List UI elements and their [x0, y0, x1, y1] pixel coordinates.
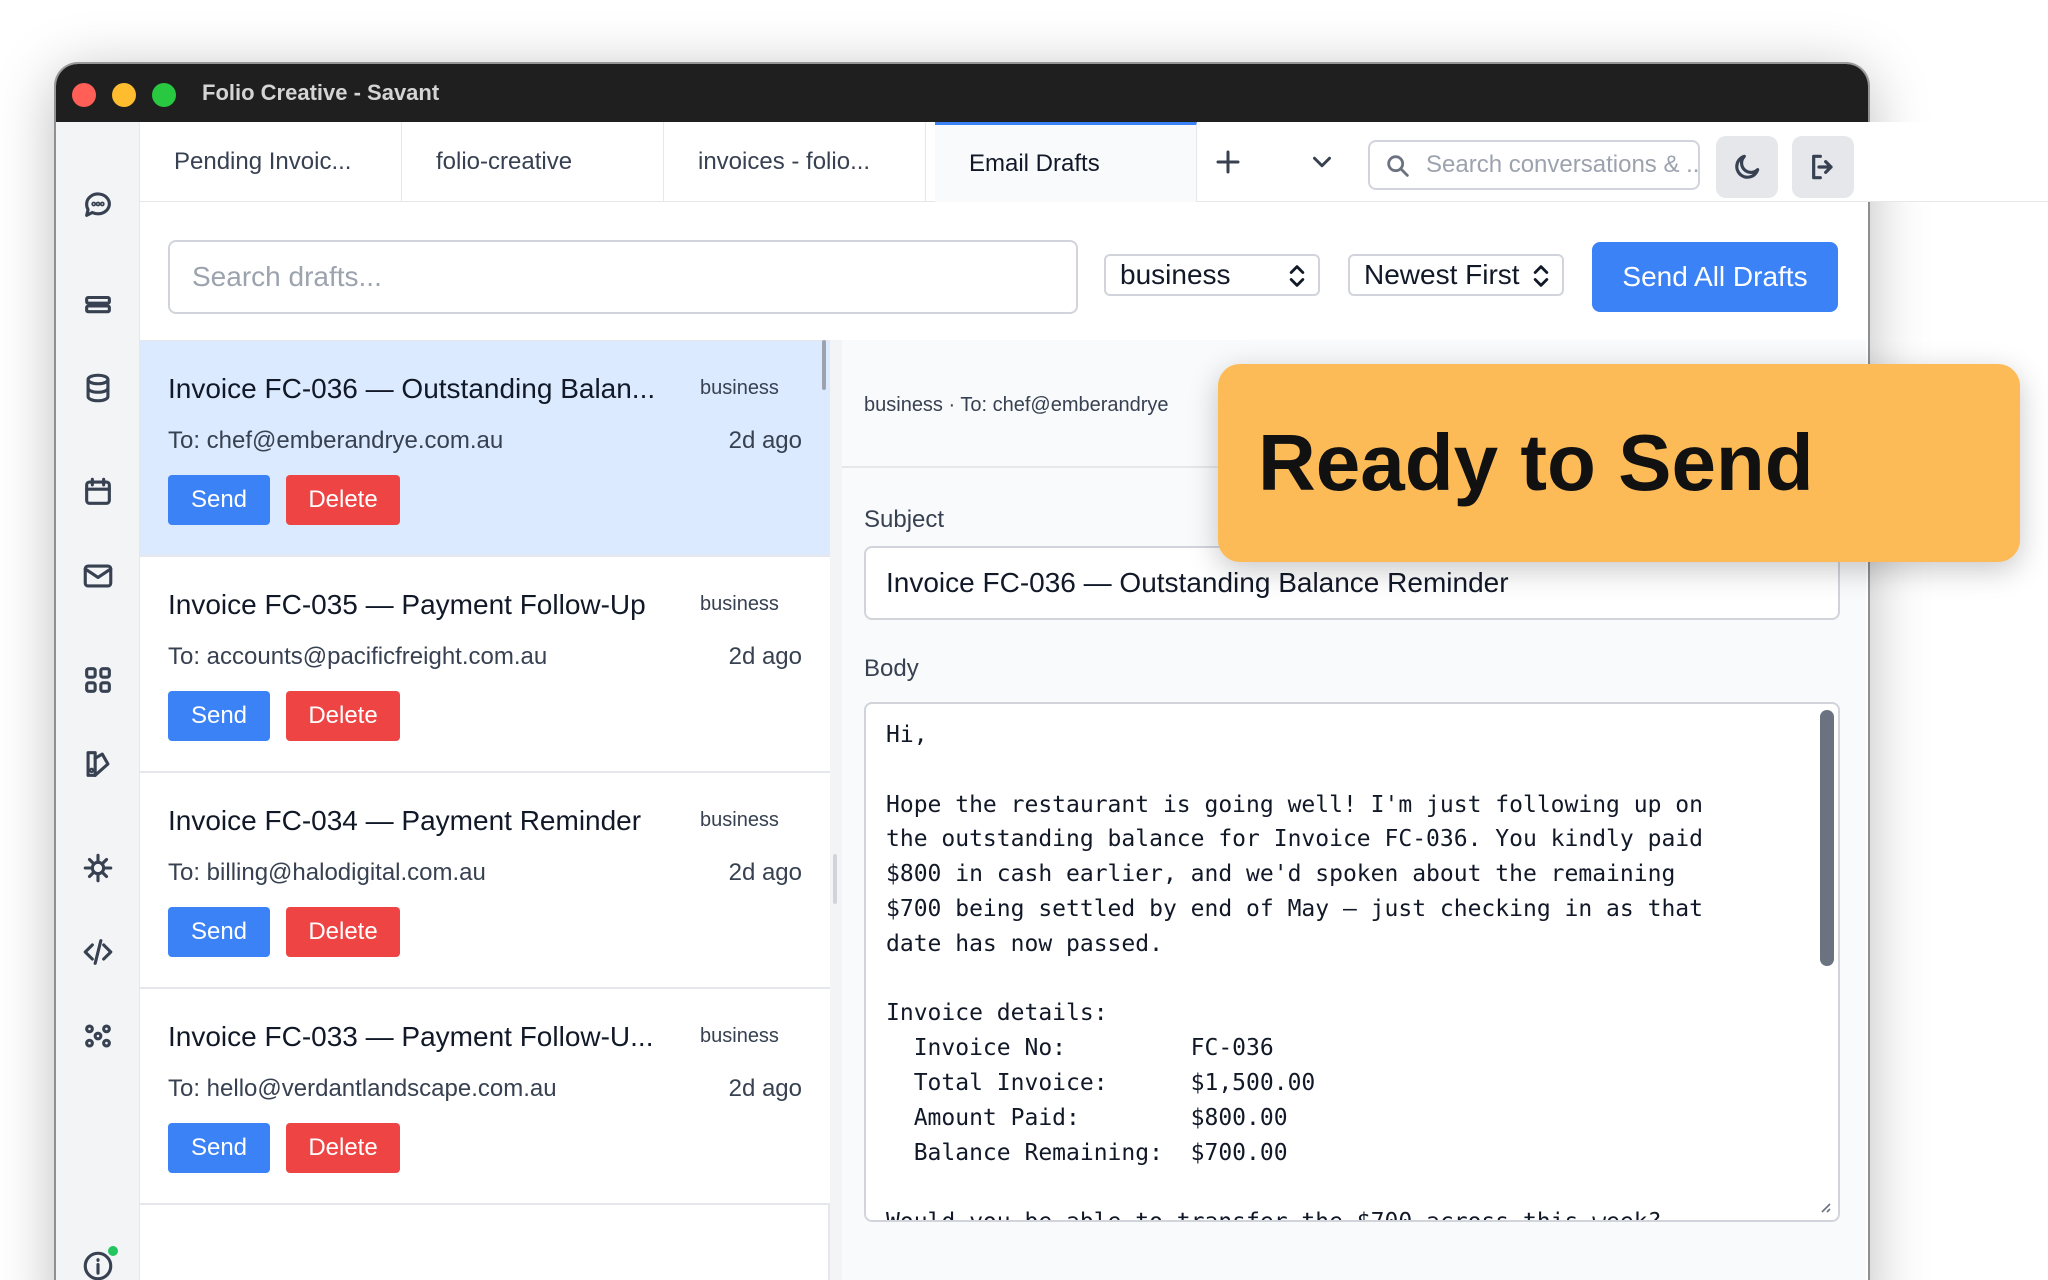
draft-age: 2d ago	[728, 643, 802, 670]
tab-label: invoices - folio...	[698, 148, 871, 175]
maximize-window-button[interactable]	[152, 83, 176, 107]
splitter-grip[interactable]	[833, 854, 837, 904]
body-label: Body	[864, 655, 919, 682]
category-select-value: business	[1120, 259, 1231, 290]
bug-icon[interactable]	[78, 848, 118, 888]
draft-search-placeholder: Search drafts...	[192, 261, 382, 292]
draft-age: 2d ago	[728, 1075, 802, 1102]
sort-select[interactable]: Newest First	[1348, 254, 1564, 296]
tab-pending-invoices[interactable]: Pending Invoic...	[140, 122, 402, 202]
minimize-window-button[interactable]	[112, 83, 136, 107]
draft-subject: Invoice FC-034 — Payment Reminder	[168, 805, 642, 836]
title-bar: Folio Creative - Savant	[56, 64, 1868, 122]
left-rail	[56, 122, 140, 1280]
category-select[interactable]: business	[1104, 254, 1320, 296]
delete-button[interactable]: Delete	[286, 691, 400, 741]
select-chevron-icon	[1530, 262, 1552, 297]
draft-list-item[interactable]: Invoice FC-034 — Payment Reminder busine…	[140, 773, 830, 989]
code-icon[interactable]	[78, 932, 118, 972]
tab-folio-creative[interactable]: folio-creative	[402, 122, 664, 202]
draft-subject: Invoice FC-036 — Outstanding Balan...	[168, 373, 656, 404]
body-scrollbar[interactable]	[1820, 710, 1834, 966]
send-button[interactable]: Send	[168, 475, 270, 525]
draft-meta: business · To: chef@emberandrye	[864, 394, 1169, 416]
draft-tag: business	[700, 593, 779, 615]
tab-label: folio-creative	[436, 148, 573, 175]
body-text: Hi, Hope the restaurant is going well! I…	[886, 722, 1703, 1220]
tab-label: Email Drafts	[969, 149, 1100, 177]
draft-tag: business	[700, 377, 779, 399]
layers-icon[interactable]	[78, 286, 118, 326]
logout-icon[interactable]	[1792, 136, 1854, 198]
online-status-dot	[106, 1244, 120, 1258]
subject-field-value: Invoice FC-036 — Outstanding Balance Rem…	[886, 567, 1509, 598]
delete-button[interactable]: Delete	[286, 907, 400, 957]
tab-bar: Pending Invoic... folio-creative invoice…	[140, 122, 2048, 202]
send-button[interactable]: Send	[168, 1123, 270, 1173]
draft-subject: Invoice FC-035 — Payment Follow-Up	[168, 589, 646, 620]
draft-search-input[interactable]: Search drafts...	[168, 240, 1078, 314]
tab-invoices-folio[interactable]: invoices - folio...	[664, 122, 926, 202]
draft-recipient: To: hello@verdantlandscape.com.au	[168, 1075, 557, 1102]
tab-email-drafts[interactable]: Email Drafts	[935, 122, 1197, 202]
draft-tag: business	[700, 809, 779, 831]
conversation-search-input[interactable]: Search conversations & ...	[1368, 140, 1700, 190]
draft-recipient: To: chef@emberandrye.com.au	[168, 427, 504, 454]
search-icon	[1384, 152, 1412, 187]
subject-label: Subject	[864, 506, 945, 533]
database-icon[interactable]	[78, 368, 118, 408]
draft-recipient: To: billing@halodigital.com.au	[168, 859, 486, 886]
palette-icon[interactable]	[78, 744, 118, 784]
draft-list: Invoice FC-036 — Outstanding Balan... bu…	[140, 340, 830, 1280]
draft-age: 2d ago	[728, 859, 802, 886]
plus-icon[interactable]	[1208, 142, 1248, 182]
ready-to-send-callout: Ready to Send	[1218, 364, 2020, 562]
send-button[interactable]: Send	[168, 907, 270, 957]
resize-grip-icon[interactable]	[1816, 1198, 1832, 1214]
apps-grid-icon[interactable]	[78, 660, 118, 700]
tab-label: Pending Invoic...	[174, 148, 352, 175]
draft-tag: business	[700, 1025, 779, 1047]
close-window-button[interactable]	[72, 83, 96, 107]
moon-icon[interactable]	[1716, 136, 1778, 198]
draft-list-item[interactable]: Invoice FC-035 — Payment Follow-Up busin…	[140, 557, 830, 773]
delete-button[interactable]: Delete	[286, 475, 400, 525]
send-all-drafts-button[interactable]: Send All Drafts	[1592, 242, 1838, 312]
sort-select-value: Newest First	[1364, 259, 1520, 290]
chevron-down-icon[interactable]	[1302, 142, 1342, 182]
draft-list-item[interactable]: Invoice FC-036 — Outstanding Balan... bu…	[140, 341, 830, 557]
conversation-search-placeholder: Search conversations & ...	[1426, 151, 1700, 178]
window-title: Folio Creative - Savant	[202, 80, 440, 105]
draft-subject: Invoice FC-033 — Payment Follow-U...	[168, 1021, 654, 1052]
draft-recipient: To: accounts@pacificfreight.com.au	[168, 643, 548, 670]
draft-list-item[interactable]: Invoice FC-033 — Payment Follow-U... bus…	[140, 989, 830, 1205]
calendar-icon[interactable]	[78, 472, 118, 512]
body-textarea[interactable]: Hi, Hope the restaurant is going well! I…	[864, 702, 1840, 1222]
pane-splitter[interactable]	[830, 340, 842, 1280]
draft-age: 2d ago	[728, 427, 802, 454]
callout-text: Ready to Send	[1258, 418, 1814, 507]
select-chevron-icon	[1286, 262, 1308, 297]
mail-icon[interactable]	[78, 556, 118, 596]
send-button[interactable]: Send	[168, 691, 270, 741]
delete-button[interactable]: Delete	[286, 1123, 400, 1173]
chat-icon[interactable]	[78, 184, 118, 224]
list-scrollbar[interactable]	[822, 340, 826, 390]
cluster-icon[interactable]	[78, 1016, 118, 1056]
